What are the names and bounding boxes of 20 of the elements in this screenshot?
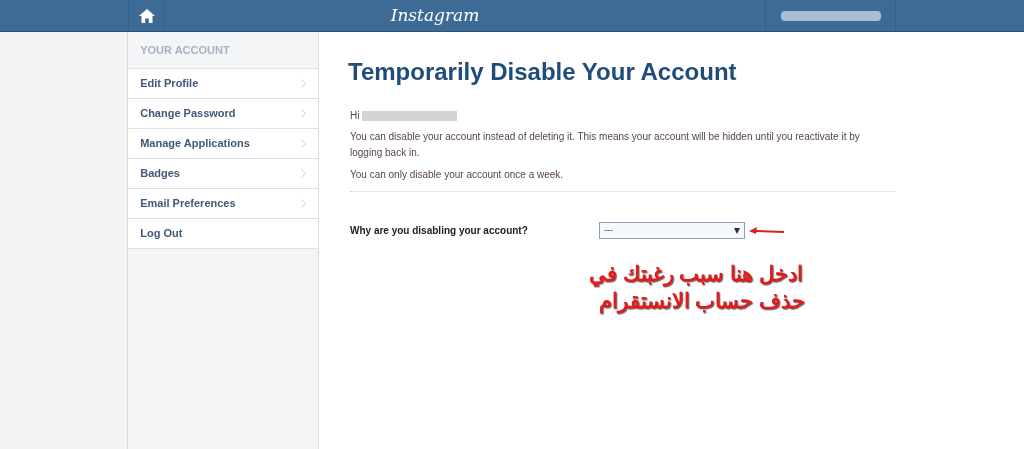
sidebar-heading: YOUR ACCOUNT [140, 42, 230, 58]
arrow-icon [749, 226, 785, 235]
logo-text[interactable]: Instagram [390, 2, 480, 29]
sidebar-item[interactable]: Change Password [128, 99, 318, 129]
sidebar-item[interactable]: Manage Applications [128, 129, 318, 159]
sidebar-item[interactable]: Log Out [128, 219, 318, 249]
question-label: Why are you disabling your account? [350, 224, 529, 238]
info-paragraph: You can only disable your account once a week. [350, 168, 565, 182]
annotation-text: ادخل هنا سبب رغبتك في [588, 261, 804, 287]
home-button[interactable] [128, 0, 165, 31]
greeting-text: Hi [350, 109, 360, 123]
sidebar-item[interactable]: Email Preferences [128, 189, 318, 219]
info-paragraph: You can disable your account instead of deleting it. This means your account will be hidden until you reactivate it by logging back in. [350, 130, 861, 160]
caret-icon [734, 227, 740, 234]
page-title: Temporarily Disable Your Account [348, 57, 738, 87]
sidebar-item[interactable]: Badges [128, 159, 318, 189]
sidebar-item[interactable]: Edit Profile [128, 69, 318, 99]
annotation-text: حذف حساب الانستقرام [598, 288, 806, 314]
reason-dropdown[interactable]: --- [599, 222, 745, 239]
home-icon [138, 8, 155, 23]
